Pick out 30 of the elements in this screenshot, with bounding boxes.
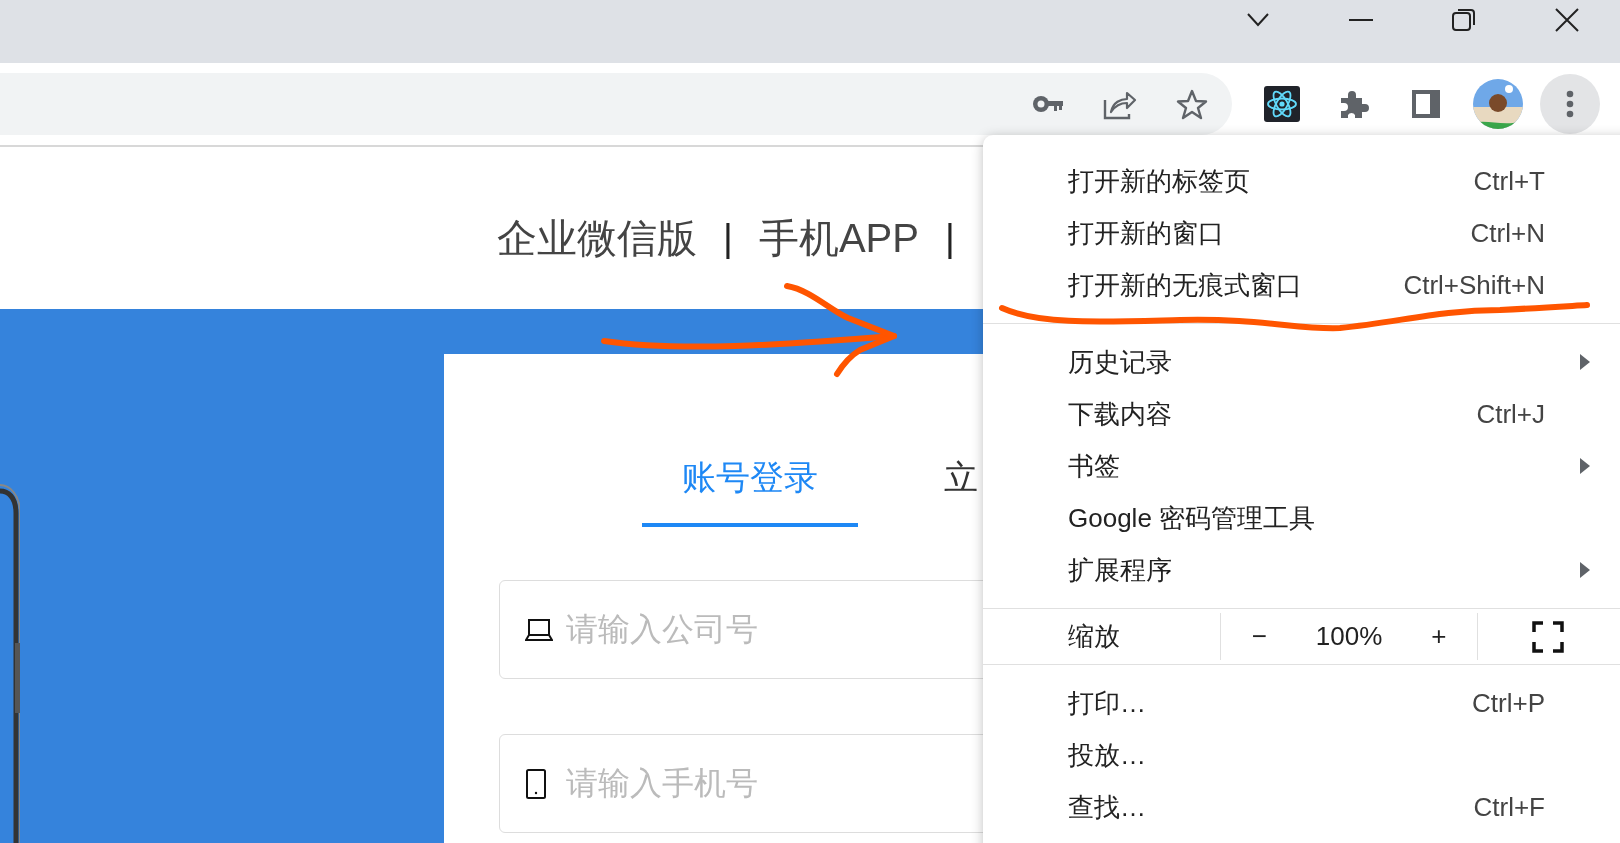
zoom-out-button[interactable]: − bbox=[1239, 616, 1280, 657]
menu-item[interactable]: 书签 bbox=[983, 440, 1620, 492]
puzzle-icon bbox=[1338, 88, 1370, 120]
menu-item[interactable]: 打开新的标签页 Ctrl+T bbox=[983, 155, 1620, 207]
menu-item[interactable]: 打开新的无痕式窗口 Ctrl+Shift+N bbox=[983, 259, 1620, 311]
nav-separator: | bbox=[944, 216, 955, 261]
key-icon bbox=[1032, 94, 1064, 114]
more-vertical-icon bbox=[1566, 90, 1574, 118]
menu-item[interactable]: 下载内容 Ctrl+J bbox=[983, 388, 1620, 440]
menu-item[interactable]: 打印… Ctrl+P bbox=[983, 677, 1620, 729]
zoom-in-button[interactable]: + bbox=[1418, 616, 1459, 657]
fullscreen-icon bbox=[1532, 620, 1564, 653]
menu-item[interactable]: 历史记录 bbox=[983, 336, 1620, 388]
menu-item[interactable]: Google 密码管理工具 bbox=[983, 492, 1620, 544]
side-panel-icon bbox=[1410, 88, 1442, 120]
atom-icon bbox=[1264, 86, 1300, 122]
star-icon bbox=[1176, 88, 1208, 120]
menu-item[interactable]: 打开新的窗口 Ctrl+N bbox=[983, 207, 1620, 259]
login-tab[interactable]: 立 bbox=[944, 457, 978, 527]
login-tab[interactable]: 账号登录 bbox=[642, 457, 858, 527]
close-icon bbox=[1554, 8, 1579, 32]
avatar-icon bbox=[1473, 79, 1523, 129]
nav-link[interactable]: 企业微信版 bbox=[497, 213, 697, 263]
minimize-icon bbox=[1348, 18, 1373, 22]
chevron-down-icon bbox=[1246, 13, 1269, 27]
menu-button[interactable] bbox=[1540, 74, 1600, 134]
zoom-level: 100% bbox=[1315, 621, 1383, 652]
nav-link[interactable]: 手机APP bbox=[758, 213, 919, 263]
restore-icon bbox=[1451, 8, 1476, 32]
nav-separator: | bbox=[723, 216, 733, 261]
